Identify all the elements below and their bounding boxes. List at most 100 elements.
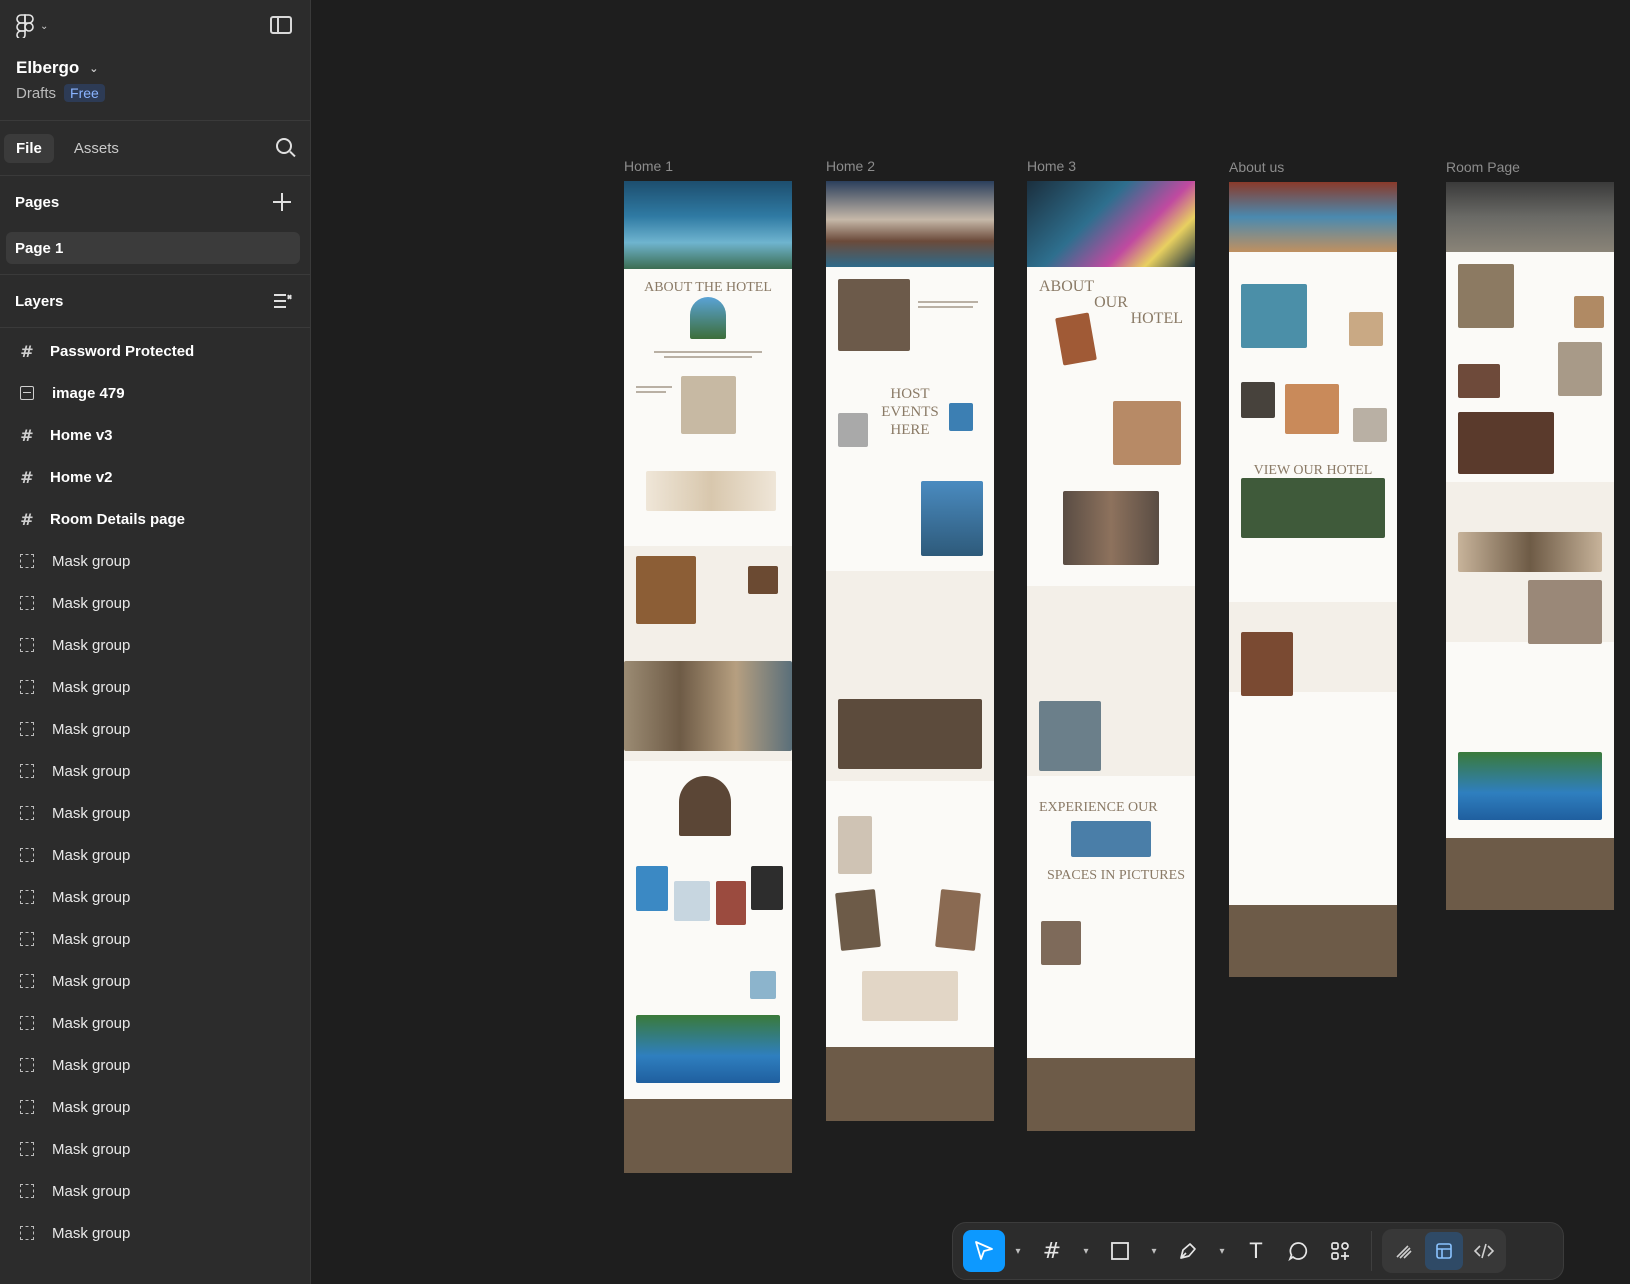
frame-about-us[interactable]: VIEW OUR HOTEL (1229, 182, 1397, 977)
layer-item[interactable]: # Home v3 (0, 414, 310, 456)
layer-label: Mask group (52, 972, 131, 990)
dev-mode-icon[interactable] (1465, 1232, 1503, 1270)
frame-home-1[interactable]: ABOUT THE HOTEL (624, 181, 792, 1173)
layer-item[interactable]: Mask group (0, 750, 310, 792)
tab-file[interactable]: File (4, 133, 54, 163)
mask-group-icon (20, 932, 34, 946)
add-page-icon[interactable] (272, 192, 292, 212)
design-mode-icon[interactable] (1425, 1232, 1463, 1270)
mask-group-icon (20, 680, 34, 694)
search-icon[interactable] (276, 138, 292, 154)
layer-item[interactable]: Mask group (0, 834, 310, 876)
layer-label: image 479 (52, 384, 125, 402)
layer-item[interactable]: image 479 (0, 372, 310, 414)
layer-label: Mask group (52, 636, 131, 654)
section-heading: HOTEL (1130, 310, 1183, 327)
figma-logo-icon (16, 14, 34, 38)
layer-list: # Password Protected image 479 # Home v3 # Hom… (0, 328, 310, 1254)
layer-item[interactable]: # Password Protected (0, 330, 310, 372)
pen-tool-icon[interactable] (1167, 1230, 1209, 1272)
actions-tool-icon[interactable] (1319, 1230, 1361, 1272)
code-icon (1473, 1243, 1495, 1259)
frame-label-home-1[interactable]: Home 1 (624, 158, 673, 174)
layer-item[interactable]: Mask group (0, 582, 310, 624)
chevron-down-icon[interactable]: ▾ (1073, 1246, 1099, 1257)
section-heading: ABOUT THE HOTEL (644, 280, 772, 295)
rectangle-icon (1111, 1242, 1129, 1260)
layer-item[interactable]: Mask group (0, 918, 310, 960)
layer-label: Mask group (52, 846, 131, 864)
plan-badge[interactable]: Free (64, 84, 105, 102)
footer (1229, 905, 1397, 977)
chevron-down-icon[interactable]: ▾ (1141, 1246, 1167, 1257)
pages-header: Pages (0, 176, 310, 228)
pool-image (1458, 752, 1602, 820)
layer-item[interactable]: Mask group (0, 1002, 310, 1044)
project-folder[interactable]: Drafts (16, 85, 56, 102)
move-tool-icon[interactable] (963, 1230, 1005, 1272)
main-menu-button[interactable]: ⌄ (16, 14, 48, 38)
frame-home-3[interactable]: ABOUT OUR HOTEL EXPERIENCE OUR SPACES IN… (1027, 181, 1195, 1131)
layer-item[interactable]: Mask group (0, 624, 310, 666)
frame-label-room-page[interactable]: Room Page (1446, 159, 1520, 175)
frame-room-page[interactable] (1446, 182, 1614, 910)
tab-assets[interactable]: Assets (62, 134, 131, 163)
design-canvas[interactable]: Home 1 Home 2 Home 3 About us Room Page … (311, 0, 1630, 1284)
mask-group-icon (20, 1058, 34, 1072)
cursor-arrow-icon (975, 1241, 993, 1260)
chevron-down-icon[interactable]: ▾ (1209, 1246, 1235, 1257)
mask-group-icon (20, 596, 34, 610)
image-block (690, 297, 726, 339)
page-item-label: Page 1 (15, 239, 64, 257)
layer-label: Mask group (52, 594, 131, 612)
hero-image (826, 181, 994, 267)
layer-item[interactable]: Mask group (0, 1128, 310, 1170)
layer-item[interactable]: Mask group (0, 792, 310, 834)
toggle-sidebar-icon[interactable] (270, 16, 292, 34)
left-sidebar: ⌄ Elbergo ⌄ Drafts Free File Assets Page… (0, 0, 311, 1284)
frame-label-home-3[interactable]: Home 3 (1027, 158, 1076, 174)
draw-icon (1396, 1245, 1412, 1259)
layer-item[interactable]: Mask group (0, 1170, 310, 1212)
project-info: Elbergo ⌄ Drafts Free (0, 50, 310, 120)
frame-label-home-2[interactable]: Home 2 (826, 158, 875, 174)
collapse-layers-icon[interactable] (274, 293, 292, 309)
mask-group-icon (20, 1016, 34, 1030)
mask-group-icon (20, 554, 34, 568)
pen-icon (1180, 1243, 1196, 1259)
rectangle-tool-icon[interactable] (1099, 1230, 1141, 1272)
chevron-down-icon[interactable]: ▾ (1005, 1246, 1031, 1257)
footer (826, 1047, 994, 1121)
layer-label: Mask group (52, 1056, 131, 1074)
page-item[interactable]: Page 1 (6, 232, 300, 264)
chevron-down-icon: ⌄ (89, 61, 99, 75)
mask-group-icon (20, 890, 34, 904)
text-tool-icon[interactable]: T (1235, 1230, 1277, 1272)
mask-group-icon (20, 848, 34, 862)
layer-item[interactable]: Mask group (0, 960, 310, 1002)
layer-item[interactable]: Mask group (0, 1044, 310, 1086)
frame-label-about-us[interactable]: About us (1229, 159, 1284, 175)
layer-label: Mask group (52, 1224, 131, 1242)
draw-mode-icon[interactable] (1385, 1232, 1423, 1270)
comment-tool-icon[interactable] (1277, 1230, 1319, 1272)
frame-tool-icon[interactable]: # (1031, 1230, 1073, 1272)
frame-icon: # (20, 509, 34, 529)
components-icon (1331, 1242, 1349, 1260)
footer (624, 1099, 792, 1173)
layer-item[interactable]: Mask group (0, 1086, 310, 1128)
layer-item[interactable]: Mask group (0, 708, 310, 750)
layer-item[interactable]: Mask group (0, 540, 310, 582)
hero-image (1446, 182, 1614, 252)
layer-item[interactable]: # Room Details page (0, 498, 310, 540)
frame-home-2[interactable]: HOST EVENTS HERE (826, 181, 994, 1121)
layer-item[interactable]: Mask group (0, 1212, 310, 1254)
layer-item[interactable]: Mask group (0, 666, 310, 708)
layer-label: Mask group (52, 804, 131, 822)
project-title-button[interactable]: Elbergo ⌄ (16, 58, 294, 78)
image-icon (20, 386, 34, 400)
layer-item[interactable]: Mask group (0, 876, 310, 918)
layer-label: Mask group (52, 1182, 131, 1200)
layer-item[interactable]: # Home v2 (0, 456, 310, 498)
mask-group-icon (20, 1100, 34, 1114)
